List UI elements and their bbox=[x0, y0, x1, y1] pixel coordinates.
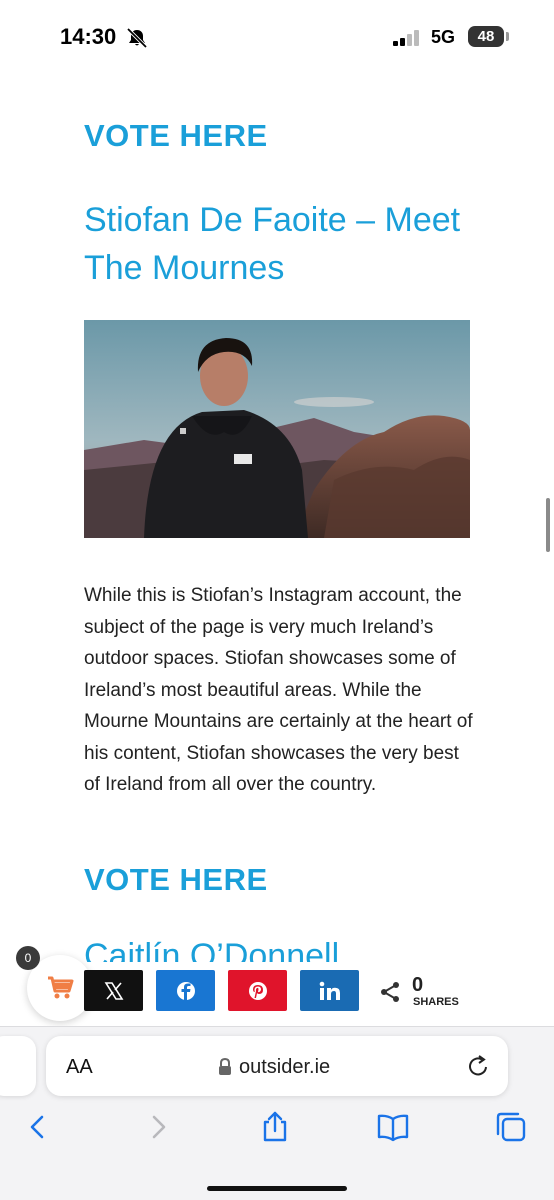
cart-icon bbox=[48, 976, 74, 999]
next-section-title: Caitlín O’Donnell bbox=[84, 937, 340, 962]
signal-icon bbox=[393, 30, 423, 46]
home-indicator[interactable] bbox=[207, 1186, 347, 1191]
bookmarks-button[interactable] bbox=[376, 1110, 410, 1144]
cart-count-badge: 0 bbox=[16, 946, 40, 970]
pinterest-icon bbox=[248, 981, 267, 1000]
x-icon bbox=[104, 981, 123, 1000]
bookmarks-icon bbox=[377, 1114, 409, 1142]
battery-tip bbox=[506, 32, 509, 41]
share-count: 0 bbox=[412, 974, 424, 996]
silent-bell-icon bbox=[126, 27, 148, 49]
share-pinterest-button[interactable] bbox=[228, 970, 287, 1011]
share-icon bbox=[263, 1111, 287, 1142]
hero-image bbox=[84, 320, 470, 538]
share-facebook-button[interactable] bbox=[156, 970, 215, 1011]
previous-tab-edge[interactable] bbox=[0, 1036, 36, 1096]
linkedin-icon bbox=[319, 981, 340, 1000]
vote-here-link-2[interactable]: VOTE HERE bbox=[84, 862, 268, 898]
lock-icon bbox=[218, 1057, 232, 1076]
url-text[interactable]: outsider.ie bbox=[239, 1056, 330, 1079]
share-linkedin-button[interactable] bbox=[300, 970, 359, 1011]
tabs-icon bbox=[496, 1112, 526, 1142]
facebook-icon bbox=[176, 981, 195, 1001]
battery-icon: 48 bbox=[468, 26, 504, 47]
back-button[interactable] bbox=[22, 1110, 56, 1144]
share-count-icon bbox=[378, 980, 402, 1004]
back-icon bbox=[30, 1115, 44, 1139]
article-title: Stiofan De Faoite – Meet The Mournes bbox=[84, 201, 461, 287]
share-x-button[interactable] bbox=[84, 970, 143, 1011]
forward-button[interactable] bbox=[140, 1110, 174, 1144]
network-type: 5G bbox=[431, 27, 456, 47]
vote-here-link[interactable]: VOTE HERE bbox=[84, 118, 268, 154]
tabs-button[interactable] bbox=[494, 1110, 528, 1144]
reload-icon[interactable] bbox=[468, 1054, 490, 1078]
status-bar: 14:30 5G 48 bbox=[0, 0, 554, 74]
text-size-button[interactable]: AA bbox=[66, 1056, 93, 1079]
forward-icon bbox=[152, 1115, 166, 1139]
article-body: While this is Stiofan’s Instagram accoun… bbox=[84, 585, 473, 795]
scrollbar-thumb[interactable] bbox=[546, 498, 550, 552]
status-time: 14:30 bbox=[60, 24, 117, 49]
share-label: SHARES bbox=[413, 996, 459, 1008]
share-page-button[interactable] bbox=[258, 1110, 292, 1144]
